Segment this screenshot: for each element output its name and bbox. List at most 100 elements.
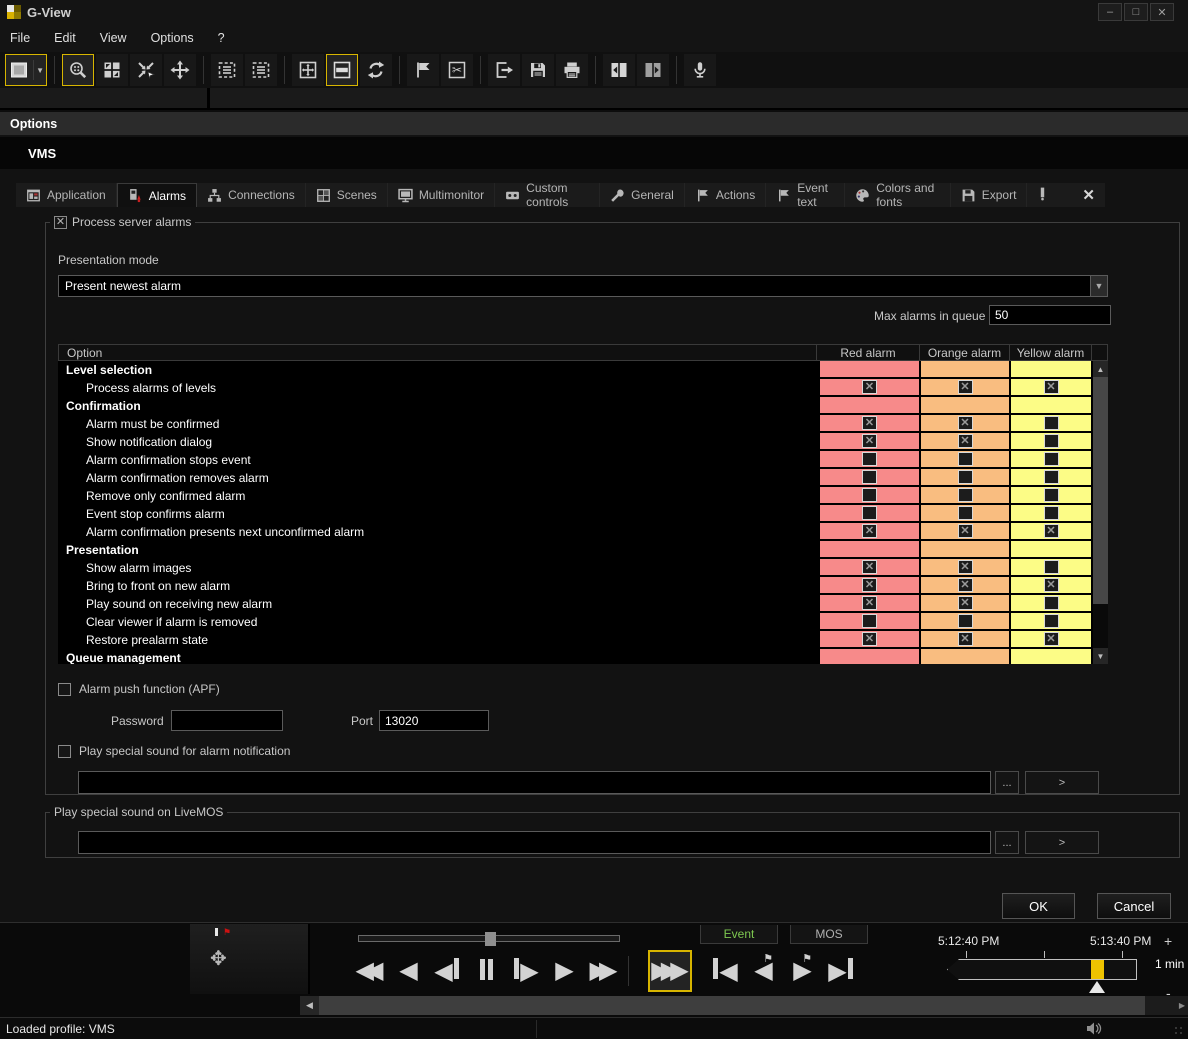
timeline-zoom-in-button[interactable]: + xyxy=(1164,933,1172,949)
tab-export[interactable]: Export xyxy=(951,183,1028,207)
presentation-mode-select[interactable]: Present newest alarm ▼ xyxy=(58,275,1108,297)
orange-alarm-checkbox[interactable] xyxy=(958,614,973,628)
red-alarm-checkbox[interactable]: ✕ xyxy=(862,434,877,448)
red-alarm-checkbox[interactable]: ✕ xyxy=(862,524,877,538)
scroll-down-icon[interactable]: ▼ xyxy=(1093,648,1108,664)
yellow-alarm-checkbox[interactable]: ✕ xyxy=(1044,578,1059,592)
password-field[interactable] xyxy=(171,710,283,731)
tab-actions[interactable]: Actions xyxy=(685,183,766,207)
yellow-alarm-checkbox[interactable] xyxy=(1044,470,1059,484)
red-alarm-checkbox[interactable]: ✕ xyxy=(862,380,877,394)
menu-file[interactable]: File xyxy=(10,31,30,45)
yellow-alarm-checkbox[interactable] xyxy=(1044,560,1059,574)
yellow-alarm-checkbox[interactable] xyxy=(1044,596,1059,610)
minimize-button[interactable]: – xyxy=(1098,3,1122,21)
tab-scenes[interactable]: Scenes xyxy=(306,183,388,207)
yellow-alarm-checkbox[interactable] xyxy=(1044,416,1059,430)
layout-single-button[interactable]: ▼ xyxy=(5,54,47,86)
red-alarm-checkbox[interactable] xyxy=(862,614,877,628)
reverse-play-button[interactable]: ◀ xyxy=(389,950,428,992)
export-image-button[interactable] xyxy=(488,54,520,86)
camera-sequence-button[interactable] xyxy=(245,54,277,86)
resize-grip[interactable] xyxy=(1173,1025,1185,1037)
speed-slider[interactable] xyxy=(358,935,620,942)
menu-[interactable]: ? xyxy=(218,31,225,45)
timeline-position-marker[interactable] xyxy=(1091,960,1104,979)
yellow-alarm-checkbox[interactable]: ✕ xyxy=(1044,632,1059,646)
orange-alarm-checkbox[interactable] xyxy=(958,452,973,466)
next-marker-button[interactable]: ⚑▶ xyxy=(783,950,822,992)
cancel-button[interactable]: Cancel xyxy=(1097,893,1171,919)
yellow-alarm-checkbox[interactable]: ✕ xyxy=(1044,524,1059,538)
play-button[interactable]: ▶ xyxy=(545,950,584,992)
red-alarm-checkbox[interactable]: ✕ xyxy=(862,596,877,610)
red-alarm-checkbox[interactable]: ✕ xyxy=(862,416,877,430)
orange-alarm-checkbox[interactable]: ✕ xyxy=(958,578,973,592)
ok-button[interactable]: OK xyxy=(1002,893,1075,919)
skip-start-button[interactable]: ◀ xyxy=(705,950,744,992)
timeline-cursor-icon[interactable] xyxy=(1089,981,1105,993)
print-button[interactable] xyxy=(556,54,588,86)
zoom-button[interactable] xyxy=(62,54,94,86)
save-button[interactable] xyxy=(522,54,554,86)
orange-alarm-checkbox[interactable]: ✕ xyxy=(958,380,973,394)
orange-alarm-checkbox[interactable] xyxy=(958,488,973,502)
tabs-close-button[interactable]: ✕ xyxy=(1072,183,1105,207)
collapse-views-button[interactable] xyxy=(130,54,162,86)
orange-alarm-checkbox[interactable]: ✕ xyxy=(958,596,973,610)
timeline-bar[interactable] xyxy=(947,959,1137,980)
orange-alarm-checkbox[interactable] xyxy=(958,470,973,484)
scrollbar-thumb[interactable] xyxy=(1093,604,1108,648)
timeline-scrollbar[interactable]: ◀ ▶ xyxy=(300,996,1188,1015)
close-button[interactable]: ✕ xyxy=(1150,3,1174,21)
chevron-down-icon[interactable]: ▼ xyxy=(1090,276,1107,296)
red-alarm-checkbox[interactable] xyxy=(862,470,877,484)
special-sound-browse-button[interactable]: ... xyxy=(995,771,1019,794)
maximize-button[interactable]: □ xyxy=(1124,3,1148,21)
snapshot-button[interactable]: ✂ xyxy=(441,54,473,86)
tab-alarms[interactable]: Alarms xyxy=(117,183,197,207)
orange-alarm-checkbox[interactable] xyxy=(958,506,973,520)
process-server-alarms-checkbox[interactable]: ✕ xyxy=(54,216,67,229)
speed-slider-thumb[interactable] xyxy=(485,932,496,946)
move-view-button[interactable] xyxy=(164,54,196,86)
red-alarm-checkbox[interactable]: ✕ xyxy=(862,578,877,592)
yellow-alarm-checkbox[interactable] xyxy=(1044,434,1059,448)
special-sound-checkbox[interactable] xyxy=(58,745,71,758)
horizontal-panel-button[interactable] xyxy=(326,54,358,86)
turbo-forward-button[interactable]: ▶▶▶ xyxy=(648,950,692,992)
pause-button[interactable] xyxy=(467,950,506,992)
mos-button[interactable]: MOS xyxy=(790,925,868,944)
speaker-icon[interactable] xyxy=(1086,1021,1104,1039)
flag-marker-button[interactable] xyxy=(407,54,439,86)
pan-control-icon[interactable]: ✥ xyxy=(210,946,227,971)
alarm-sequence-button[interactable] xyxy=(211,54,243,86)
red-alarm-checkbox[interactable] xyxy=(862,488,877,502)
yellow-alarm-checkbox[interactable]: ✕ xyxy=(1044,380,1059,394)
grid-views-button[interactable] xyxy=(96,54,128,86)
orange-alarm-checkbox[interactable]: ✕ xyxy=(958,524,973,538)
red-alarm-checkbox[interactable] xyxy=(862,452,877,466)
livemos-path-input[interactable] xyxy=(78,831,991,854)
skip-end-button[interactable]: ▶ xyxy=(822,950,861,992)
yellow-alarm-checkbox[interactable] xyxy=(1044,452,1059,466)
special-sound-play-button[interactable]: > xyxy=(1025,771,1099,794)
scroll-left-icon[interactable]: ◀ xyxy=(300,996,319,1015)
fast-forward-button[interactable]: ▶▶ xyxy=(584,950,623,992)
tab-application[interactable]: Application xyxy=(16,183,117,207)
red-alarm-checkbox[interactable] xyxy=(862,506,877,520)
livemos-play-button[interactable]: > xyxy=(1025,831,1099,854)
step-back-button[interactable]: ◀ xyxy=(428,950,467,992)
tab-event-text[interactable]: Event text xyxy=(766,183,845,207)
split-left-button[interactable] xyxy=(603,54,635,86)
scroll-right-icon[interactable]: ▶ xyxy=(1179,1001,1185,1010)
apf-checkbox[interactable] xyxy=(58,683,71,696)
pan-view-button[interactable] xyxy=(292,54,324,86)
microphone-button[interactable] xyxy=(684,54,716,86)
orange-alarm-checkbox[interactable]: ✕ xyxy=(958,416,973,430)
scrollbar-track[interactable] xyxy=(319,996,1145,1015)
refresh-views-button[interactable] xyxy=(360,54,392,86)
orange-alarm-checkbox[interactable]: ✕ xyxy=(958,632,973,646)
menu-view[interactable]: View xyxy=(100,31,127,45)
orange-alarm-checkbox[interactable]: ✕ xyxy=(958,560,973,574)
